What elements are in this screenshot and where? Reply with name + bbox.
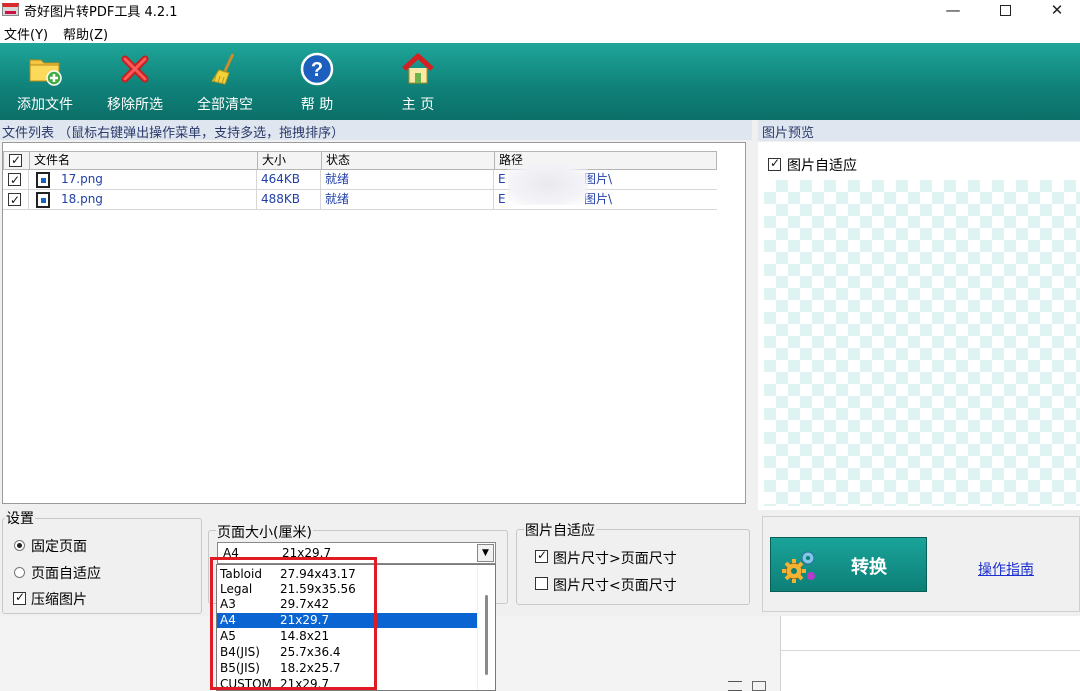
file-list-panel: 文件名 大小 状态 路径 17.png 464KB 就绪 E 图片\ xyxy=(2,142,746,504)
file-path-start: E xyxy=(498,192,506,206)
menu-file[interactable]: 文件(Y) xyxy=(4,24,48,43)
maximize-button[interactable] xyxy=(982,0,1028,22)
divider xyxy=(780,650,1080,651)
close-button[interactable]: ✕ xyxy=(1034,0,1080,22)
file-path-start: E xyxy=(498,172,506,186)
dropdown-scrollbar[interactable] xyxy=(477,565,495,690)
file-name: 17.png xyxy=(61,172,103,186)
column-status[interactable]: 状态 xyxy=(322,152,495,169)
row-check-cell xyxy=(3,190,29,210)
file-size: 464KB xyxy=(257,170,321,189)
add-folder-icon xyxy=(29,59,62,86)
list-view-icon[interactable] xyxy=(728,681,742,691)
remove-selected-button[interactable]: 移除所选 xyxy=(95,43,175,120)
menu-help[interactable]: 帮助(Z) xyxy=(63,24,108,43)
convert-label: 转换 xyxy=(851,557,887,578)
app-logo-icon xyxy=(2,3,19,16)
settings-title: 设置 xyxy=(5,508,35,528)
file-path-end: 图片\ xyxy=(584,192,613,206)
image-fit-title: 图片自适应 xyxy=(524,520,596,540)
row-checkbox[interactable] xyxy=(8,191,21,210)
compress-checkbox[interactable] xyxy=(13,590,26,605)
home-icon xyxy=(402,53,434,84)
clear-all-label: 全部清空 xyxy=(197,97,253,113)
file-status: 就绪 xyxy=(321,170,494,189)
file-list-column-header: 文件名 大小 状态 路径 xyxy=(3,151,717,170)
file-list-header: 文件列表 （鼠标右键弹出操作菜单，支持多选，拖拽排序） xyxy=(0,120,752,141)
toolbar: 添加文件 移除所选 全部清空 ? 帮 助 主 页 xyxy=(0,43,1080,120)
add-files-label: 添加文件 xyxy=(17,97,73,113)
background-panel xyxy=(780,616,1080,691)
file-name-cell: 17.png xyxy=(29,170,257,189)
highlight-annotation-box xyxy=(210,557,377,690)
dropdown-arrow-icon[interactable]: ▼ xyxy=(477,544,494,562)
redacted-path-blur xyxy=(508,163,588,205)
image-file-icon xyxy=(36,172,50,188)
table-row[interactable]: 17.png 464KB 就绪 E 图片\ xyxy=(3,170,717,190)
fixed-page-radio[interactable] xyxy=(14,540,25,551)
broom-icon xyxy=(211,53,235,85)
adaptive-page-radio[interactable] xyxy=(14,567,25,578)
compress-label: 压缩图片 xyxy=(31,592,87,608)
row-checkbox[interactable] xyxy=(8,171,21,190)
remove-selected-label: 移除所选 xyxy=(107,97,163,113)
clear-all-button[interactable]: 全部清空 xyxy=(185,43,265,120)
preview-fit-label: 图片自适应 xyxy=(787,158,857,174)
question-icon: ? xyxy=(300,52,334,86)
adaptive-page-label: 页面自适应 xyxy=(31,566,101,582)
app-window: 奇好图片转PDF工具 4.2.1 — ✕ 文件(Y) 帮助(Z) 添加文件 移除… xyxy=(0,0,1080,691)
minimize-icon: — xyxy=(945,1,961,19)
menu-bar: 文件(Y) 帮助(Z) xyxy=(0,22,1080,43)
column-size[interactable]: 大小 xyxy=(258,152,322,169)
preview-canvas xyxy=(764,180,1080,506)
home-button[interactable]: 主 页 xyxy=(378,43,458,120)
svg-text:?: ? xyxy=(311,59,323,81)
select-all-checkbox[interactable] xyxy=(9,152,22,169)
file-status: 就绪 xyxy=(321,190,494,209)
square-view-icon[interactable] xyxy=(752,681,766,691)
file-name-cell: 18.png xyxy=(29,190,257,209)
help-label: 帮 助 xyxy=(300,97,334,113)
close-icon: ✕ xyxy=(1050,1,1064,19)
add-files-button[interactable]: 添加文件 xyxy=(5,43,85,120)
window-title: 奇好图片转PDF工具 4.2.1 xyxy=(24,5,178,20)
image-file-icon xyxy=(36,192,50,208)
image-larger-label: 图片尺寸>页面尺寸 xyxy=(553,551,677,567)
image-smaller-label: 图片尺寸<页面尺寸 xyxy=(553,578,677,594)
column-filename[interactable]: 文件名 xyxy=(30,152,258,169)
image-larger-checkbox[interactable] xyxy=(535,548,548,563)
minimize-button[interactable]: — xyxy=(930,0,976,22)
gear-icon xyxy=(782,551,815,583)
guide-link[interactable]: 操作指南 xyxy=(978,559,1034,579)
file-path-end: 图片\ xyxy=(584,172,613,186)
convert-button[interactable]: 转换 xyxy=(770,537,927,592)
maximize-icon xyxy=(999,5,1011,16)
file-size: 488KB xyxy=(257,190,321,209)
red-x-icon xyxy=(121,55,149,83)
file-name: 18.png xyxy=(61,192,103,206)
help-button[interactable]: ? 帮 助 xyxy=(277,43,357,120)
preview-header: 图片预览 xyxy=(758,120,1080,141)
select-all-cell xyxy=(4,152,30,169)
table-row[interactable]: 18.png 488KB 就绪 E 图片\ xyxy=(3,190,717,210)
preview-fit-checkbox[interactable] xyxy=(768,156,781,171)
image-smaller-checkbox[interactable] xyxy=(535,577,548,590)
title-bar: 奇好图片转PDF工具 4.2.1 — ✕ xyxy=(0,0,1080,22)
dropdown-scroll-thumb[interactable] xyxy=(485,595,488,675)
page-size-title: 页面大小(厘米) xyxy=(216,522,313,542)
row-check-cell xyxy=(3,170,29,190)
home-label: 主 页 xyxy=(401,97,435,113)
fixed-page-label: 固定页面 xyxy=(31,539,87,555)
